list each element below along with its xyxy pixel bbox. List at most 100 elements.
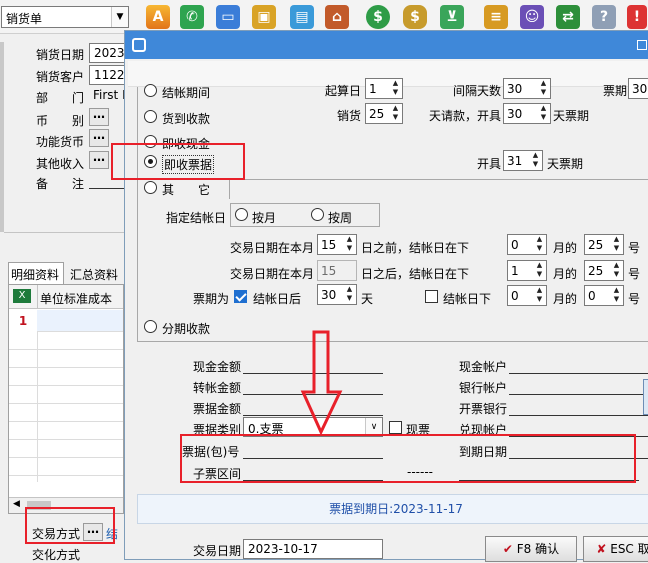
tab-summary-label: 汇总资料 [70, 268, 119, 282]
chevron-down-icon[interactable]: ∨ [365, 418, 382, 436]
dept-field[interactable]: First I [89, 86, 129, 106]
excel-icon[interactable]: X [13, 289, 31, 303]
radio-instant-bill-label: 即收票据 [162, 155, 215, 174]
bill-no-field[interactable] [243, 458, 383, 459]
help-icon[interactable]: ? [592, 5, 616, 29]
spin-arrows-icon[interactable]: ▲ ▼ [529, 151, 542, 170]
spin-arrows-icon[interactable]: ▲ ▼ [389, 104, 402, 123]
dollar-coin-icon[interactable]: $ [366, 5, 390, 29]
clipboard-icon[interactable]: ≡ [484, 5, 508, 29]
shopping-cart-icon[interactable]: ⊻ [440, 5, 464, 29]
tab-summary[interactable]: 汇总资料 [66, 264, 124, 284]
spin-arrows-icon[interactable]: ▲ ▼ [610, 235, 623, 254]
trade-method-label: 交易方式 [32, 527, 81, 541]
bank-account-field[interactable] [509, 394, 648, 395]
cash-amount-label: 现金金额 [193, 360, 242, 374]
exchange-arrows-icon[interactable]: ⇄ [556, 5, 580, 29]
open-days-spinner[interactable]: 31 ▲ ▼ [503, 150, 543, 171]
radio-settle-period-label: 结帐期间 [162, 86, 211, 100]
rule1-day-spinner[interactable]: 15 ▲ ▼ [317, 234, 357, 255]
spin-arrows-icon[interactable]: ▲ ▼ [389, 79, 402, 98]
users-icon[interactable]: ☺ [520, 5, 544, 29]
radio-by-month[interactable] [235, 208, 248, 221]
maximize-icon[interactable] [637, 40, 647, 50]
radio-other[interactable] [144, 181, 157, 194]
scanner-icon[interactable]: ▤ [290, 5, 314, 29]
bill-period-label: 票期 [603, 84, 628, 98]
table-row[interactable] [37, 310, 123, 332]
rule2-day-spinner[interactable]: 15 [317, 260, 357, 281]
currency-lookup-button[interactable]: … [89, 108, 109, 126]
alert-icon[interactable]: ! [627, 5, 647, 29]
radio-instant-bill[interactable] [144, 155, 157, 168]
doc-type-select[interactable]: 销货单 ▼ [1, 6, 129, 28]
grid-scrollbar[interactable]: ◀ [9, 497, 123, 513]
interval-spinner[interactable]: 30 ▲ ▼ [503, 78, 551, 99]
start-day-spinner[interactable]: 1 ▲ ▼ [365, 78, 403, 99]
red-down-arrow [300, 330, 343, 436]
scroll-left-icon[interactable]: ◀ [13, 499, 20, 509]
spin-arrows-icon[interactable]: ▲ ▼ [533, 261, 546, 280]
payment-terms-dialog: 结帐期间 货到收款 即收现金 即收票据 其 它 分期收款 起算日 1 ▲ ▼ 间隔天… [124, 30, 648, 562]
spin-arrows-icon[interactable]: ▲ ▼ [343, 235, 356, 254]
spin-arrows-icon[interactable]: ▲ ▼ [537, 104, 550, 123]
bill-period-value: 30 [632, 82, 648, 96]
due-date-field[interactable] [509, 458, 648, 459]
days-request-spinner[interactable]: 30 ▲ ▼ [503, 103, 551, 124]
monitor-icon[interactable]: ▭ [216, 5, 240, 29]
spin-arrows-icon[interactable]: ▲ ▼ [610, 261, 623, 280]
radio-settle-period[interactable] [144, 84, 157, 97]
sub-range-start-field[interactable] [243, 480, 383, 481]
spin-arrows-icon[interactable]: ▲ ▼ [537, 79, 550, 98]
chevron-down-icon[interactable]: ▼ [111, 7, 128, 27]
rule2-month-spinner[interactable]: 1 ▲ ▼ [507, 260, 547, 281]
rule1-prefix: 交易日期在本月 [230, 241, 315, 255]
bill-period-spinner[interactable]: 30 [628, 78, 648, 99]
other-income-lookup-button[interactable]: … [89, 151, 109, 169]
customer-field[interactable]: 1122 [89, 65, 129, 85]
side-lookup-button[interactable] [643, 379, 648, 415]
esc-button[interactable]: ✘ ESC 取 [583, 536, 648, 562]
current-bill-checkbox[interactable] [389, 421, 402, 434]
grid-header-unit-cost: 单位标准成本 [40, 292, 113, 306]
radio-by-week[interactable] [311, 208, 324, 221]
sub-range-end-field[interactable] [459, 480, 639, 481]
open-label: 开具 [477, 157, 502, 171]
issuing-bank-field[interactable] [509, 415, 648, 416]
cashing-account-field[interactable] [509, 436, 648, 437]
money-bag-icon[interactable]: $ [403, 5, 427, 29]
trade-method-lookup-button[interactable]: … [83, 523, 103, 541]
cash-account-field[interactable] [509, 373, 648, 374]
rule1-day2-unit: 号 [628, 241, 641, 255]
spin-arrows-icon[interactable]: ▲ ▼ [610, 286, 623, 305]
tab-detail[interactable]: 明细资料 [8, 262, 64, 284]
spin-arrows-icon[interactable]: ▲ ▼ [533, 286, 546, 305]
func-currency-lookup-button[interactable]: … [89, 129, 109, 147]
phone-icon[interactable]: ✆ [180, 5, 204, 29]
abc-spellcheck-icon[interactable]: A [146, 5, 170, 29]
radio-installment[interactable] [144, 320, 157, 333]
settle-under-month-spinner[interactable]: 0 ▲ ▼ [507, 285, 547, 306]
lock-icon[interactable]: ▣ [252, 5, 276, 29]
rule1-month-spinner[interactable]: 0 ▲ ▼ [507, 234, 547, 255]
settle-under-checkbox[interactable] [425, 290, 438, 303]
sales-spinner[interactable]: 25 ▲ ▼ [365, 103, 403, 124]
settle-under-day-spinner[interactable]: 0 ▲ ▼ [584, 285, 624, 306]
period-label: 票期为 [193, 292, 230, 306]
due-date-label: 到期日期 [459, 445, 508, 459]
rule2-day2-spinner[interactable]: 25 ▲ ▼ [584, 260, 624, 281]
home-icon[interactable]: ⌂ [325, 5, 349, 29]
after-settle-spinner[interactable]: 30 ▲ ▼ [317, 284, 357, 305]
trade-date-field[interactable]: 2023-10-17 [243, 539, 383, 559]
radio-instant-cash[interactable] [144, 135, 157, 148]
spin-arrows-icon[interactable]: ▲ ▼ [533, 235, 546, 254]
scroll-thumb[interactable] [27, 501, 51, 510]
remark-underline [89, 188, 125, 189]
after-settle-checkbox[interactable] [234, 290, 247, 303]
sales-date-field[interactable]: 2023 [89, 43, 129, 63]
rule1-day2-spinner[interactable]: 25 ▲ ▼ [584, 234, 624, 255]
radio-cod[interactable] [144, 110, 157, 123]
rule1-month-value: 0 [511, 238, 519, 252]
spin-arrows-icon[interactable]: ▲ ▼ [343, 285, 356, 304]
ok-button[interactable]: ✔ F8 确认 [485, 536, 577, 562]
